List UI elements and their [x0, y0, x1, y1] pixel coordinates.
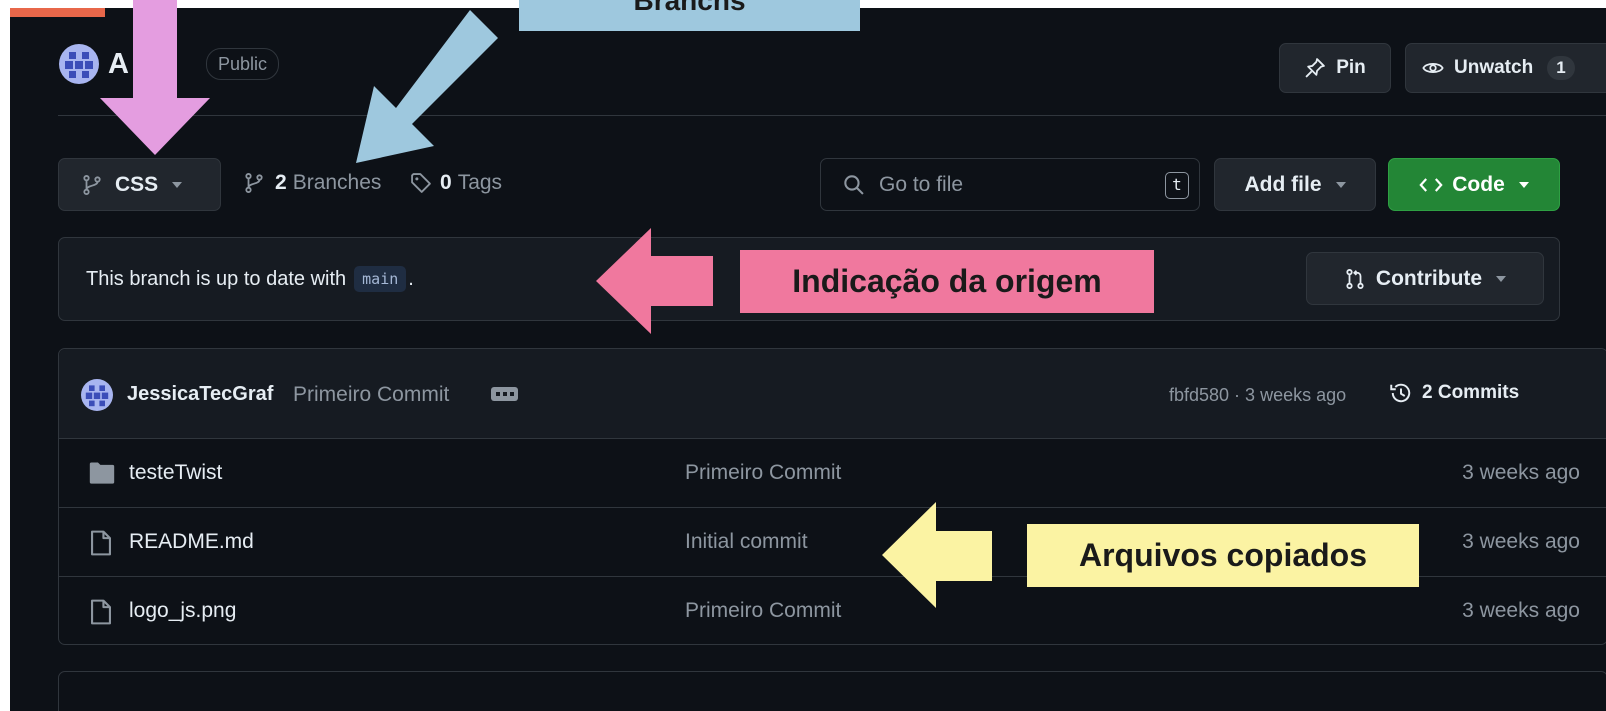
pull-request-icon [1346, 268, 1364, 289]
avatar-icon [81, 379, 113, 411]
author-avatar[interactable] [81, 379, 113, 411]
go-to-file-search[interactable]: Go to file t [820, 158, 1200, 211]
code-icon [1419, 177, 1443, 192]
pin-icon [1305, 58, 1326, 78]
file-name-link[interactable]: testeTwist [129, 461, 222, 485]
branch-selector-arrow-icon [100, 0, 210, 155]
branchs-annotation-text: Branchs [633, 0, 746, 16]
commits-count-label: 2 Commits [1422, 382, 1520, 403]
copied-files-annotation-text: Arquivos copiados [1078, 537, 1368, 573]
search-icon [844, 174, 864, 195]
chevron-down-icon [1335, 181, 1346, 188]
latest-commit-bar: JessicaTecGraf Primeiro Commit fbfd580 ·… [59, 349, 1606, 438]
file-icon [91, 530, 111, 556]
header-divider [58, 115, 1606, 116]
code-button[interactable]: Code [1388, 158, 1560, 211]
tags-label: Tags [457, 171, 503, 194]
tags-count: 0 [440, 171, 452, 194]
chevron-down-icon [172, 181, 183, 188]
repo-page: A 1 Public Pin Unwatch 1 CSS [10, 8, 1606, 711]
tag-icon [411, 173, 431, 193]
branch-selector[interactable]: CSS [58, 158, 221, 211]
pin-label: Pin [1336, 57, 1366, 78]
file-commit-message[interactable]: Primeiro Commit [685, 599, 841, 623]
branches-link-arrow-icon [356, 10, 498, 163]
origin-annotation-text: Indicação da origem [792, 263, 1102, 299]
file-date: 3 weeks ago [1462, 599, 1580, 622]
commit-message[interactable]: Primeiro Commit [293, 383, 449, 407]
current-branch-label: CSS [115, 172, 159, 196]
readme-box [58, 671, 1606, 711]
file-row[interactable]: logo_js.png Primeiro Commit 3 weeks ago [59, 577, 1606, 645]
folder-icon [89, 462, 115, 484]
file-name-link[interactable]: logo_js.png [129, 599, 236, 623]
branches-link[interactable]: 2 Branches [243, 171, 381, 195]
contribute-label: Contribute [1375, 266, 1483, 290]
chevron-down-icon [1518, 181, 1529, 188]
base-branch-link[interactable]: main [354, 266, 407, 292]
code-label: Code [1452, 172, 1505, 196]
commits-history-link[interactable]: 2 Commits [1389, 381, 1519, 405]
file-date: 3 weeks ago [1462, 530, 1580, 553]
branch-status-text: This branch is up to date with main . [86, 266, 414, 292]
copied-files-annotation-label: Arquivos copiados [1027, 524, 1419, 587]
chevron-down-icon [1496, 275, 1507, 282]
pin-button[interactable]: Pin [1279, 43, 1391, 93]
origin-annotation-label: Indicação da origem [740, 250, 1154, 313]
commit-hash-time[interactable]: fbfd580 · 3 weeks ago [1169, 385, 1346, 406]
shortcut-key-badge: t [1165, 172, 1189, 199]
git-branch-icon [245, 173, 263, 193]
branches-label: Branches [292, 171, 382, 194]
git-branch-icon [83, 174, 101, 195]
copied-files-arrow-icon [882, 502, 992, 608]
unwatch-label: Unwatch [1454, 57, 1534, 78]
ellipsis-icon [495, 392, 514, 396]
add-file-label: Add file [1244, 172, 1322, 196]
branchs-annotation-label: Branchs [519, 0, 860, 31]
file-row[interactable]: testeTwist Primeiro Commit 3 weeks ago [59, 439, 1606, 507]
add-file-button[interactable]: Add file [1214, 158, 1376, 211]
eye-icon [1422, 62, 1444, 74]
file-name-link[interactable]: README.md [129, 530, 254, 554]
history-icon [1390, 383, 1411, 403]
tags-link[interactable]: 0 Tags [410, 171, 502, 195]
file-commit-message[interactable]: Primeiro Commit [685, 461, 841, 485]
file-commit-message[interactable]: Initial commit [685, 530, 808, 554]
status-message: This branch is up to date with [86, 267, 347, 290]
unwatch-button[interactable]: Unwatch 1 [1405, 43, 1606, 93]
status-suffix: . [408, 267, 414, 290]
commit-author[interactable]: JessicaTecGraf [127, 383, 273, 406]
commit-details-toggle[interactable] [491, 387, 518, 401]
branches-count: 2 [275, 171, 287, 194]
contribute-button[interactable]: Contribute [1306, 252, 1544, 305]
watch-count-badge: 1 [1547, 56, 1575, 80]
search-placeholder: Go to file [879, 172, 964, 196]
file-icon [91, 599, 111, 625]
origin-arrow-icon [596, 228, 713, 334]
file-date: 3 weeks ago [1462, 461, 1580, 484]
